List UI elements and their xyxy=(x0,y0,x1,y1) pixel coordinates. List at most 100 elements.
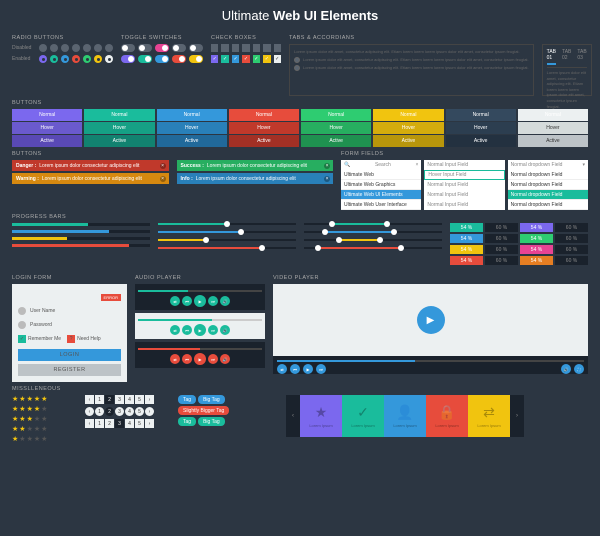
carousel-next[interactable]: › xyxy=(510,395,524,437)
text-input[interactable]: Normal Input Field xyxy=(424,190,504,200)
tab[interactable]: TAB 01 xyxy=(547,49,556,65)
button[interactable]: Normal xyxy=(373,109,443,121)
toggle[interactable] xyxy=(121,55,135,63)
button[interactable]: Hover xyxy=(157,122,227,134)
range-slider[interactable] xyxy=(304,239,442,241)
star-rating[interactable]: ★★★★★ xyxy=(12,415,77,423)
dropdown-option[interactable]: Normal dropdown Field xyxy=(508,180,588,190)
play-button[interactable]: ▶ xyxy=(417,306,445,334)
radio[interactable] xyxy=(39,44,47,52)
carousel-prev[interactable]: ‹ xyxy=(286,395,300,437)
close-icon[interactable]: × xyxy=(160,176,166,182)
button[interactable]: Normal xyxy=(446,109,516,121)
next-icon[interactable]: ⏭ xyxy=(208,354,218,364)
login-button[interactable]: LOGIN xyxy=(18,349,121,361)
button[interactable]: Normal xyxy=(229,109,299,121)
slider[interactable] xyxy=(158,247,296,249)
volume-icon[interactable]: 🔊 xyxy=(220,296,230,306)
button[interactable]: Active xyxy=(301,135,371,147)
radio[interactable] xyxy=(105,44,113,52)
play-icon[interactable]: ▶ xyxy=(303,364,313,374)
radio[interactable] xyxy=(72,44,80,52)
button[interactable]: Active xyxy=(229,135,299,147)
dropdown-option[interactable]: Normal dropdown Field xyxy=(508,170,588,180)
help-checkbox[interactable]: ? xyxy=(67,335,75,343)
page-prev[interactable]: ‹ xyxy=(85,395,94,404)
checkbox[interactable] xyxy=(221,44,228,52)
button[interactable]: Hover xyxy=(301,122,371,134)
toggle[interactable] xyxy=(121,44,135,52)
next-icon[interactable]: ⏭ xyxy=(208,296,218,306)
tag[interactable]: Big Tag xyxy=(198,417,225,426)
slider[interactable] xyxy=(158,231,296,233)
dropdown[interactable]: Normal dropdown Field▾ xyxy=(508,160,588,170)
checkbox[interactable]: ✓ xyxy=(242,55,249,63)
accordion-toggle[interactable] xyxy=(294,65,300,71)
range-slider[interactable] xyxy=(304,247,442,249)
volume-icon[interactable]: 🔊 xyxy=(220,354,230,364)
tag[interactable]: Slightly Bigger Tag xyxy=(178,406,229,415)
range-slider[interactable] xyxy=(304,223,442,225)
radio[interactable] xyxy=(39,55,47,63)
next-icon[interactable]: ⏭ xyxy=(208,325,218,335)
prev-icon[interactable]: ⏮ xyxy=(182,354,192,364)
toggle[interactable] xyxy=(172,44,186,52)
star-rating[interactable]: ★★★★★ xyxy=(12,425,77,433)
button[interactable]: Active xyxy=(84,135,154,147)
checkbox[interactable]: ✓ xyxy=(232,55,239,63)
radio[interactable] xyxy=(83,44,91,52)
tile[interactable]: 👤Lorem Ipsum xyxy=(384,395,426,437)
fullscreen-icon[interactable]: ⛶ xyxy=(574,364,584,374)
close-icon[interactable]: × xyxy=(160,163,166,169)
checkbox[interactable] xyxy=(274,44,281,52)
checkbox[interactable]: ✓ xyxy=(211,55,218,63)
button[interactable]: Active xyxy=(446,135,516,147)
tab[interactable]: TAB 03 xyxy=(577,49,586,65)
button[interactable]: Hover xyxy=(12,122,82,134)
button[interactable]: Normal xyxy=(157,109,227,121)
volume-icon[interactable]: 🔊 xyxy=(220,325,230,335)
page-next[interactable]: › xyxy=(145,419,154,428)
checkbox[interactable] xyxy=(232,44,239,52)
text-input[interactable]: Hover Input Field xyxy=(424,170,504,180)
tile[interactable]: ⇄Lorem Ipsum xyxy=(468,395,510,437)
checkbox[interactable]: ✓ xyxy=(253,55,260,63)
checkbox[interactable] xyxy=(211,44,218,52)
range-slider[interactable] xyxy=(304,231,442,233)
volume-icon[interactable]: 🔊 xyxy=(561,364,571,374)
text-input[interactable]: Normal Input Field xyxy=(424,200,504,210)
close-icon[interactable]: × xyxy=(324,176,330,182)
radio[interactable] xyxy=(61,55,69,63)
toggle[interactable] xyxy=(189,44,203,52)
close-icon[interactable]: × xyxy=(324,163,330,169)
checkbox[interactable]: ✓ xyxy=(221,55,228,63)
button[interactable]: Active xyxy=(518,135,588,147)
star-rating[interactable]: ★★★★★ xyxy=(12,395,77,403)
remember-checkbox[interactable]: ✓ xyxy=(18,335,26,343)
password-input[interactable]: Password xyxy=(30,322,52,328)
register-button[interactable]: REGISTER xyxy=(18,364,121,376)
page-next[interactable]: › xyxy=(145,395,154,404)
checkbox[interactable]: ✓ xyxy=(263,55,270,63)
tag[interactable]: Tag xyxy=(178,417,196,426)
text-input[interactable]: Normal Input Field xyxy=(424,180,504,190)
next-icon[interactable]: ⏭ xyxy=(316,364,326,374)
checkbox[interactable]: ✓ xyxy=(274,55,281,63)
tile[interactable]: ★Lorem Ipsum xyxy=(300,395,342,437)
toggle[interactable] xyxy=(155,44,169,52)
toggle[interactable] xyxy=(138,44,152,52)
radio[interactable] xyxy=(50,44,58,52)
page-prev[interactable]: ‹ xyxy=(85,407,94,416)
button[interactable]: Hover xyxy=(373,122,443,134)
dropdown-option[interactable]: Ultimate Web User Interface xyxy=(341,200,421,210)
prev-icon[interactable]: ⏮ xyxy=(182,325,192,335)
text-input[interactable]: Normal Input Field xyxy=(424,160,504,170)
tag[interactable]: Big Tag xyxy=(198,395,225,404)
dropdown-option[interactable]: Ultimate Web xyxy=(341,170,421,180)
slider[interactable] xyxy=(158,239,296,241)
prev-icon[interactable]: ⏮ xyxy=(182,296,192,306)
toggle[interactable] xyxy=(189,55,203,63)
radio[interactable] xyxy=(61,44,69,52)
username-input[interactable]: User Name xyxy=(30,308,55,314)
star-rating[interactable]: ★★★★★ xyxy=(12,405,77,413)
